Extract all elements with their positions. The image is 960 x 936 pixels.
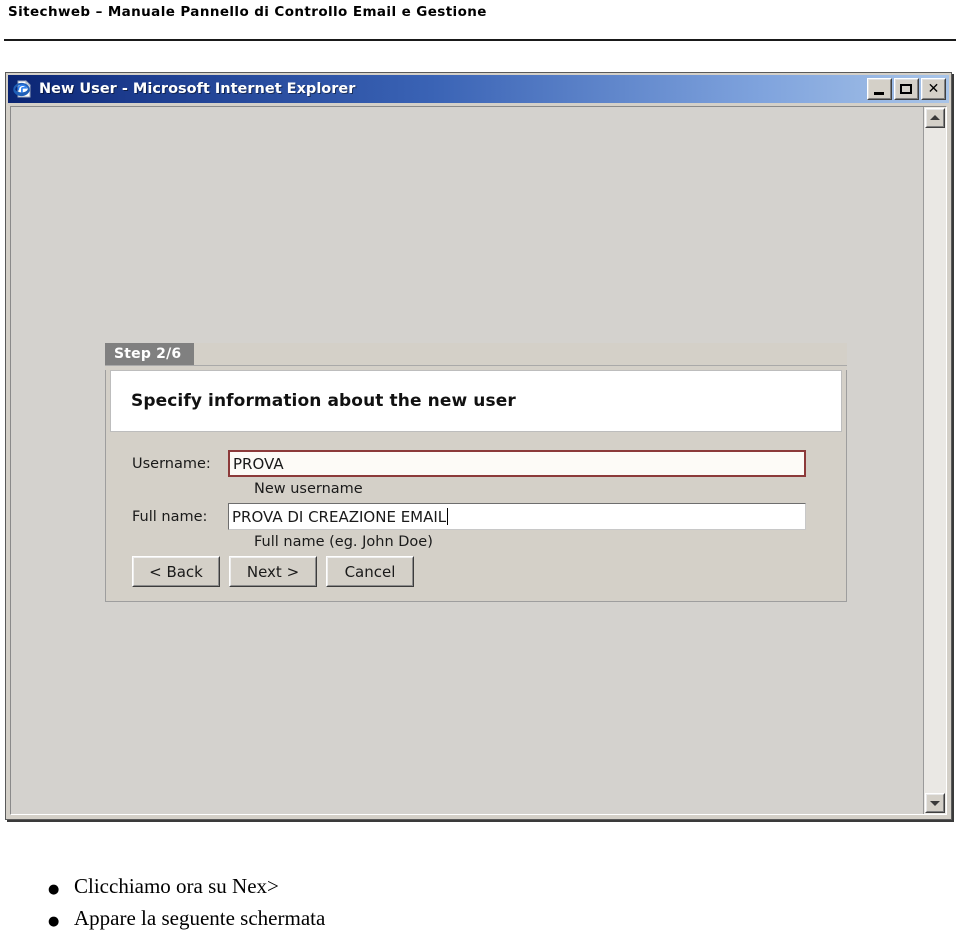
step-indicator-tab: Step 2/6 (105, 343, 195, 365)
minimize-button[interactable] (867, 78, 892, 100)
caption-item-text: Clicchiamo ora su Nex> (74, 874, 279, 898)
cancel-button-label: Cancel (344, 562, 396, 581)
back-button[interactable]: < Back (132, 556, 220, 587)
chevron-down-icon (930, 801, 940, 806)
username-label: Username: (132, 455, 211, 472)
document-header: Sitechweb – Manuale Pannello di Controll… (8, 0, 952, 24)
list-item: ● Appare la seguente schermata (48, 904, 748, 936)
wizard-headline-box: Specify information about the new user (110, 370, 842, 432)
chevron-up-icon (930, 115, 940, 120)
fullname-hint: Full name (eg. John Doe) (254, 534, 433, 550)
new-user-wizard-panel: Step 2/6 Specify information about the n… (105, 343, 847, 602)
wizard-headline-text: Specify information about the new user (131, 391, 516, 411)
window-title-bar[interactable]: New User - Microsoft Internet Explorer ✕ (8, 75, 949, 103)
close-icon: ✕ (927, 81, 940, 97)
username-input[interactable]: PROVA (228, 450, 806, 477)
wizard-form-area: Username: PROVA New username Full name: … (106, 432, 846, 601)
username-row: Username: PROVA (106, 450, 846, 477)
fullname-row: Full name: PROVA DI CREAZIONE EMAIL (106, 503, 846, 530)
scroll-up-button[interactable] (925, 108, 945, 128)
step-tab-row: Step 2/6 (105, 343, 847, 366)
vertical-scrollbar[interactable] (923, 107, 946, 814)
header-divider-rule (4, 39, 956, 41)
cancel-button[interactable]: Cancel (326, 556, 414, 587)
text-cursor-caret (447, 508, 449, 525)
wizard-button-row: < Back Next > Cancel (106, 556, 846, 587)
fullname-input-value: PROVA DI CREAZIONE EMAIL (232, 507, 447, 526)
scroll-down-button[interactable] (925, 793, 945, 813)
browser-client-area: Step 2/6 Specify information about the n… (10, 106, 947, 815)
maximize-icon (900, 84, 912, 94)
maximize-button[interactable] (894, 78, 919, 100)
page-canvas: Step 2/6 Specify information about the n… (11, 107, 923, 814)
internet-explorer-icon (13, 79, 33, 99)
caption-bullet-list: ● Clicchiamo ora su Nex> ● Appare la seg… (48, 872, 748, 936)
caption-item-text: Appare la seguente schermata (74, 906, 326, 930)
username-input-value: PROVA (233, 454, 284, 473)
fullname-label: Full name: (132, 508, 208, 525)
close-button[interactable]: ✕ (921, 78, 946, 100)
browser-window: New User - Microsoft Internet Explorer ✕… (5, 72, 952, 820)
window-title-text: New User - Microsoft Internet Explorer (39, 81, 356, 97)
bullet-icon: ● (48, 882, 60, 897)
next-button[interactable]: Next > (229, 556, 317, 587)
next-button-label: Next > (246, 562, 300, 581)
fullname-input[interactable]: PROVA DI CREAZIONE EMAIL (228, 503, 806, 530)
minimize-icon (874, 92, 884, 95)
username-hint: New username (254, 481, 363, 497)
back-button-label: < Back (149, 562, 203, 581)
bullet-icon: ● (48, 914, 60, 929)
list-item: ● Clicchiamo ora su Nex> (48, 872, 748, 904)
wizard-panel-body: Specify information about the new user U… (105, 370, 847, 602)
document-header-title: Sitechweb – Manuale Pannello di Controll… (8, 4, 487, 20)
